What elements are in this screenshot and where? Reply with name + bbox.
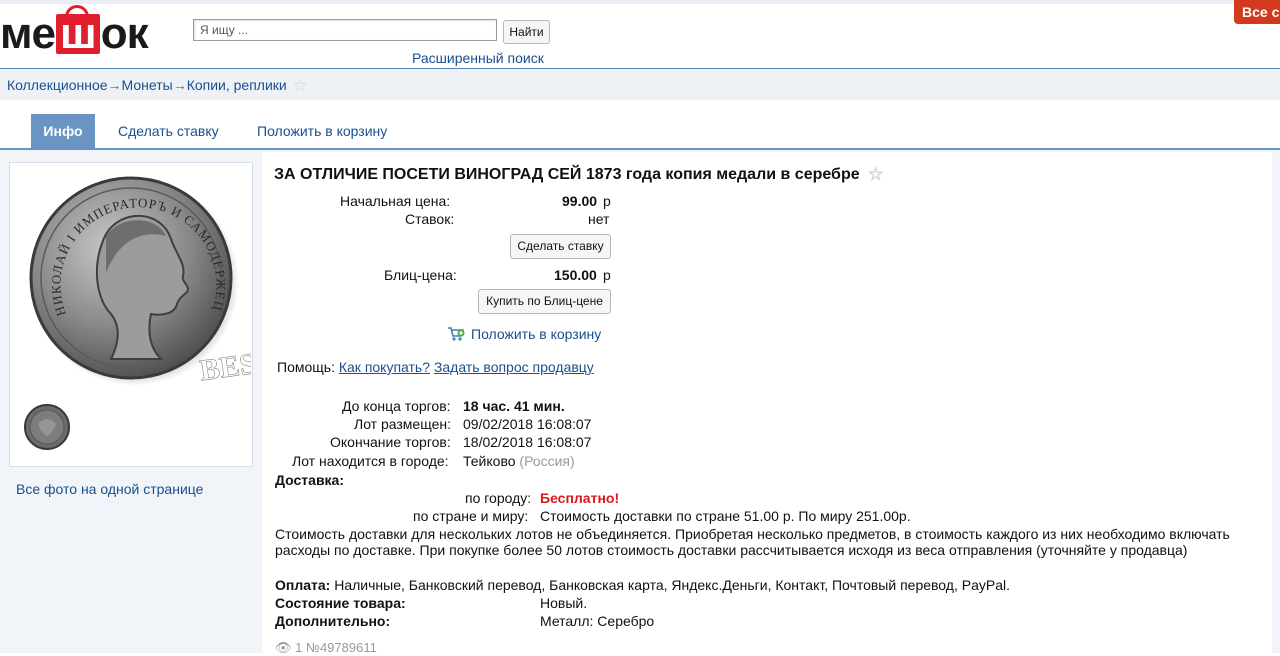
breadcrumb-bar: Коллекционное→Монеты→Копии, реплики ☆ xyxy=(0,69,1280,100)
lot-meta: 👁 1 №49789611 xyxy=(275,640,377,656)
country-value: (Россия) xyxy=(519,453,575,469)
blitz-price-value: 150.00 xyxy=(554,267,597,283)
add-to-cart-label: Положить в корзину xyxy=(471,326,602,342)
favorite-star-icon[interactable]: ☆ xyxy=(868,164,884,185)
all-photos-link[interactable]: Все фото на одной странице xyxy=(16,481,203,497)
condition-value: Новый. xyxy=(540,595,588,611)
end-value: 18/02/2018 16:08:07 xyxy=(463,434,592,450)
coin-image: НИКОЛАЙ I ИМПЕРАТОРЪ И САМОДЕРЖЕЦЪ ВСЕРО… xyxy=(11,164,251,388)
help-label: Помощь: xyxy=(277,359,335,375)
cart-icon xyxy=(447,326,465,342)
delivery-world-label: по стране и миру: xyxy=(413,508,529,524)
favorite-star-icon[interactable]: ☆ xyxy=(293,76,308,96)
breadcrumb-item-replicas[interactable]: Копии, реплики xyxy=(187,77,287,93)
payment-row: Оплата: Наличные, Банковский перевод, Ба… xyxy=(275,577,1010,593)
advanced-search-link[interactable]: Расширенный поиск xyxy=(412,50,544,66)
thumbnail-coin-image xyxy=(22,402,72,452)
ask-seller-link[interactable]: Задать вопрос продавцу xyxy=(434,359,594,375)
end-label: Окончание торгов: xyxy=(330,434,451,450)
lot-title-text: ЗА ОТЛИЧИЕ ПОСЕТИ ВИНОГРАД СЕЙ 1873 года… xyxy=(274,166,860,183)
search-button[interactable]: Найти xyxy=(503,20,550,44)
lot-title: ЗА ОТЛИЧИЕ ПОСЕТИ ВИНОГРАД СЕЙ 1873 года… xyxy=(274,164,884,185)
payment-value: Наличные, Банковский перевод, Банковская… xyxy=(334,577,1010,593)
bids-label: Ставок: xyxy=(405,211,455,227)
blitz-price-label: Блиц-цена: xyxy=(384,267,457,283)
logo-text-end: ок xyxy=(100,9,149,58)
breadcrumb-separator: → xyxy=(172,77,187,93)
breadcrumb: Коллекционное→Монеты→Копии, реплики ☆ xyxy=(7,76,308,96)
main-photo[interactable]: НИКОЛАЙ I ИМПЕРАТОРЪ И САМОДЕРЖЕЦЪ ВСЕРО… xyxy=(11,164,251,395)
site-logo[interactable]: ме ш ок xyxy=(0,5,149,62)
currency-label: р xyxy=(603,267,611,283)
city-row: Тейково (Россия) xyxy=(463,453,575,469)
start-price-label: Начальная цена: xyxy=(340,193,451,209)
placed-value: 09/02/2018 16:08:07 xyxy=(463,416,592,432)
tab-info[interactable]: Инфо xyxy=(31,114,95,148)
extra-label: Дополнительно: xyxy=(275,613,391,629)
buy-now-button[interactable]: Купить по Блиц-цене xyxy=(478,289,611,314)
time-left-label: До конца торгов: xyxy=(342,398,451,414)
logo-text-start: ме xyxy=(0,9,56,58)
start-price-value: 99.00 xyxy=(562,193,598,209)
payment-label: Оплата: xyxy=(275,577,331,593)
bids-value: нет xyxy=(588,211,610,227)
delivery-city-value: Бесплатно! xyxy=(540,490,620,506)
how-to-buy-link[interactable]: Как покупать? xyxy=(339,359,430,375)
breadcrumb-item-collectibles[interactable]: Коллекционное xyxy=(7,77,108,93)
logo-bag-letter: ш xyxy=(56,5,100,56)
delivery-label: Доставка: xyxy=(275,472,345,488)
delivery-city-label: по городу: xyxy=(465,490,532,506)
delivery-world-value: Стоимость доставки по стране 51.00 р. По… xyxy=(540,508,911,524)
top-strip xyxy=(0,0,1280,4)
help-row: Помощь: Как покупать? Задать вопрос прод… xyxy=(277,359,594,375)
tab-make-bid[interactable]: Сделать ставку xyxy=(118,114,219,148)
time-left-value: 18 час. 41 мин. xyxy=(463,398,565,414)
breadcrumb-item-coins[interactable]: Монеты xyxy=(122,77,173,93)
condition-label: Состояние товара: xyxy=(275,595,406,611)
breadcrumb-separator: → xyxy=(107,77,122,93)
extra-value: Металл: Серебро xyxy=(540,613,655,629)
tab-add-to-cart[interactable]: Положить в корзину xyxy=(257,114,387,148)
city-label: Лот находится в городе: xyxy=(292,453,449,469)
make-bid-button[interactable]: Сделать ставку xyxy=(510,234,611,259)
city-value: Тейково xyxy=(463,453,516,469)
search-input[interactable] xyxy=(193,19,497,41)
corner-badge[interactable]: Все с xyxy=(1234,0,1280,24)
placed-label: Лот размещен: xyxy=(354,416,451,432)
currency-label: р xyxy=(603,193,611,209)
photo-panel: НИКОЛАЙ I ИМПЕРАТОРЪ И САМОДЕРЖЕЦЪ ВСЕРО… xyxy=(9,162,253,467)
delivery-note: Стоимость доставки для нескольких лотов … xyxy=(275,526,1230,558)
thumbnail-photo[interactable] xyxy=(22,402,72,452)
add-to-cart-link[interactable]: Положить в корзину xyxy=(447,326,601,342)
